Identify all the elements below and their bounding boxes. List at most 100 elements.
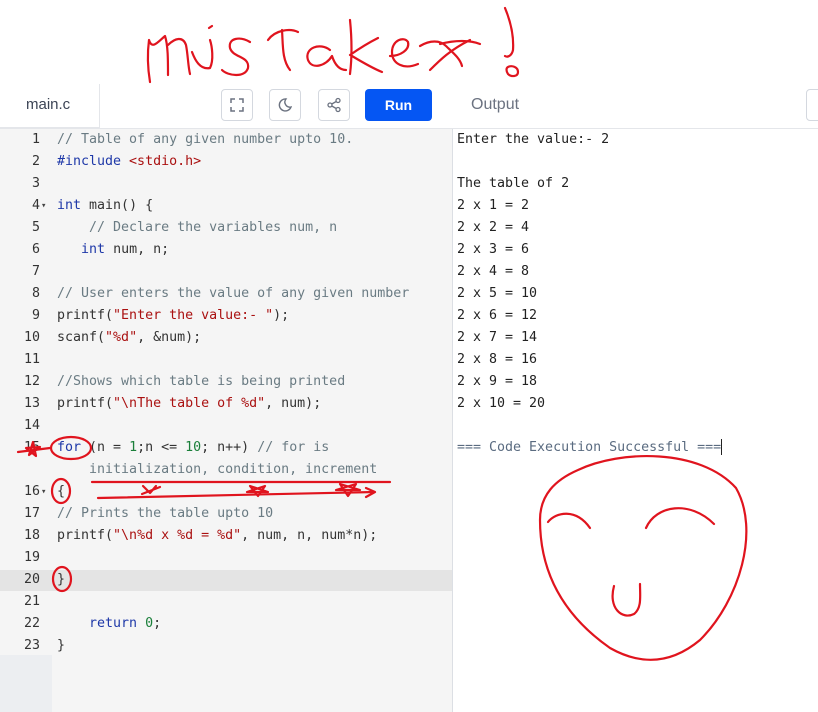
code-text: int num, n;: [57, 239, 169, 261]
code-text: initialization, condition, increment: [57, 459, 377, 481]
code-line[interactable]: 8 // User enters the value of any given n…: [0, 283, 452, 305]
code-token: // Declare the variables num, n: [57, 220, 338, 235]
code-text: {: [57, 481, 65, 503]
code-token: , &num);: [137, 330, 202, 345]
code-token: }: [57, 572, 66, 587]
code-line[interactable]: 18 printf("\n%d x %d = %d", num, n, num*n…: [0, 525, 452, 547]
line-number: 20: [23, 572, 40, 587]
code-line[interactable]: 16 ▾ {: [0, 481, 452, 503]
line-number: 21: [23, 594, 40, 609]
top-whitespace: [0, 0, 818, 84]
code-token: 0: [145, 616, 154, 631]
file-tab-main-c[interactable]: main.c: [0, 84, 100, 129]
moon-icon: [278, 98, 293, 112]
code-token: // User enters the value of any given nu…: [57, 286, 410, 301]
theme-toggle-button[interactable]: [269, 89, 301, 121]
code-token: int: [81, 242, 106, 257]
code-line[interactable]: 20}: [0, 569, 452, 591]
code-text: printf("\n%d x %d = %d", num, n, num*n);: [57, 525, 377, 547]
code-line[interactable]: 5 // Declare the variables num, n: [0, 217, 452, 239]
code-token: , num);: [265, 396, 322, 411]
code-line[interactable]: 17 // Prints the table upto 10: [0, 503, 452, 525]
code-token: "%d": [105, 330, 138, 345]
code-line[interactable]: 3: [0, 173, 452, 195]
line-number: 5: [31, 220, 40, 235]
line-number: 22: [23, 616, 40, 631]
line-number: 9: [31, 308, 40, 323]
code-text: printf("\nThe table of %d", num);: [57, 393, 321, 415]
line-number: 19: [23, 550, 40, 565]
code-token: //Shows which table is being printed: [57, 374, 346, 389]
output-line: Enter the value:- 2: [457, 132, 610, 147]
output-line: The table of 2: [457, 176, 570, 191]
fullscreen-button[interactable]: [221, 89, 253, 121]
code-line[interactable]: 6 int num, n;: [0, 239, 452, 261]
code-line[interactable]: 7: [0, 261, 452, 283]
code-text: // Table of any given number upto 10.: [57, 129, 353, 151]
line-number: 4: [31, 198, 40, 213]
clear-button[interactable]: [806, 89, 818, 121]
code-line[interactable]: 19: [0, 547, 452, 569]
code-text: // Declare the variables num, n: [57, 217, 337, 239]
line-number: 8: [31, 286, 40, 301]
code-text: // User enters the value of any given nu…: [57, 283, 409, 305]
code-token: ;: [153, 616, 162, 631]
line-number: 12: [23, 374, 40, 389]
line-number: 1: [31, 132, 40, 147]
line-number: 16: [23, 484, 40, 499]
code-line[interactable]: 21: [0, 591, 452, 613]
code-token: // Prints the table upto 10: [57, 506, 274, 521]
code-token: #include: [57, 154, 122, 169]
code-token: 1: [129, 440, 138, 455]
code-token: ; n++): [201, 440, 258, 455]
editor-toolbar: main.c Run Output: [0, 84, 818, 129]
output-line: 2 x 3 = 6: [457, 242, 530, 257]
code-token: // Table of any given number upto 10.: [57, 132, 354, 147]
code-token: );: [273, 308, 290, 323]
code-line[interactable]: 15 for (n = 1;n <= 10; n++) // for is: [0, 437, 452, 459]
code-token: printf(: [57, 308, 114, 323]
execution-status-text: === Code Execution Successful ===: [457, 440, 722, 455]
output-line: 2 x 5 = 10: [457, 286, 538, 301]
code-line[interactable]: 23}: [0, 635, 452, 657]
code-token: initialization, condition, increment: [57, 462, 378, 477]
fold-chevron-icon[interactable]: ▾: [41, 481, 46, 503]
code-line[interactable]: 13 printf("\nThe table of %d", num);: [0, 393, 452, 415]
share-button[interactable]: [318, 89, 350, 121]
code-token: {: [57, 484, 66, 499]
line-number: 7: [31, 264, 40, 279]
code-line[interactable]: 22 return 0;: [0, 613, 452, 635]
code-token: int: [57, 198, 82, 213]
code-text: for (n = 1;n <= 10; n++) // for is: [57, 437, 329, 459]
output-line: 2 x 1 = 2: [457, 198, 530, 213]
run-button[interactable]: Run: [365, 89, 432, 121]
code-token: ;n <=: [137, 440, 186, 455]
share-icon: [327, 97, 341, 113]
code-line[interactable]: 9 printf("Enter the value:- ");: [0, 305, 452, 327]
code-text: int main() {: [57, 195, 153, 217]
code-text: }: [57, 635, 65, 657]
file-tab-label: main.c: [26, 96, 71, 113]
output-tab: Output: [471, 96, 520, 113]
code-line[interactable]: 14: [0, 415, 452, 437]
line-number: 11: [23, 352, 40, 367]
line-number: 14: [23, 418, 40, 433]
gutter-bottom: [0, 655, 52, 712]
code-line[interactable]: 11: [0, 349, 452, 371]
code-line[interactable]: 12 //Shows which table is being printed: [0, 371, 452, 393]
output-line: 2 x 4 = 8: [457, 264, 530, 279]
fold-chevron-icon[interactable]: ▾: [41, 195, 46, 217]
code-line[interactable]: 2 #include <stdio.h>: [0, 151, 452, 173]
code-text: scanf("%d", &num);: [57, 327, 201, 349]
code-line[interactable]: initialization, condition, increment: [0, 459, 452, 481]
line-number: 18: [23, 528, 40, 543]
code-text: // Prints the table upto 10: [57, 503, 273, 525]
code-token: scanf(: [57, 330, 106, 345]
code-line[interactable]: 4 ▾ int main() {: [0, 195, 452, 217]
line-number: 3: [31, 176, 40, 191]
code-token: "Enter the value:- ": [113, 308, 274, 323]
line-number: 10: [23, 330, 40, 345]
code-line[interactable]: 10 scanf("%d", &num);: [0, 327, 452, 349]
code-line[interactable]: 1 // Table of any given number upto 10.: [0, 129, 452, 151]
code-text: return 0;: [57, 613, 161, 635]
